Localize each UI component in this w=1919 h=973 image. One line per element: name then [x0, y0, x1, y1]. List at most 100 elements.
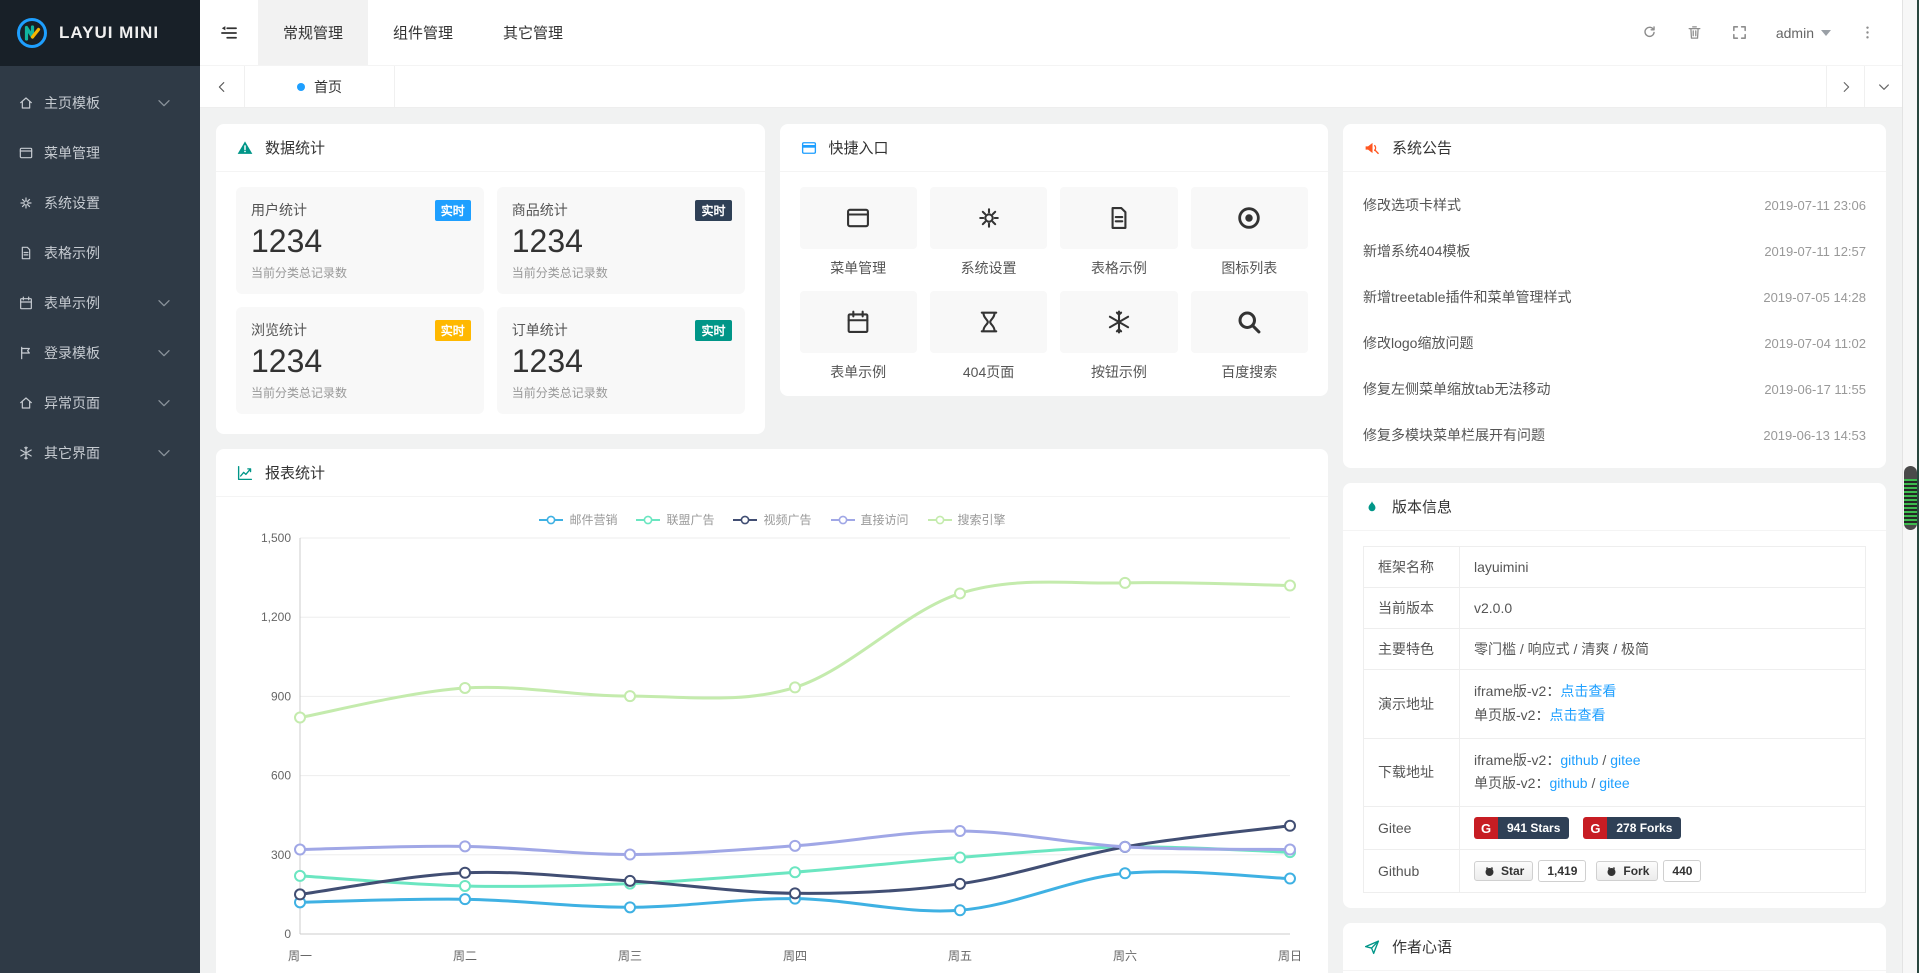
quick-entry-7[interactable]: 按钮示例 — [1060, 291, 1177, 382]
fullscreen-button[interactable] — [1731, 24, 1748, 42]
quick-entry-label: 菜单管理 — [800, 258, 917, 278]
app-shell: LAYUI MINI 主页模板菜单管理系统设置表格示例表单示例登录模板异常页面其… — [0, 0, 1902, 973]
legend-label: 联盟广告 — [666, 511, 714, 528]
quick-entry-1[interactable]: 菜单管理 — [800, 187, 917, 278]
legend-label: 视频广告 — [763, 511, 811, 528]
sidebar-item-6[interactable]: 登录模板 — [0, 328, 200, 378]
quick-entry-4[interactable]: 图标列表 — [1191, 187, 1308, 278]
sidebar: LAYUI MINI 主页模板菜单管理系统设置表格示例表单示例登录模板异常页面其… — [0, 0, 200, 973]
bankcard-icon — [800, 139, 818, 157]
svg-text:1,500: 1,500 — [261, 531, 291, 545]
plane-icon — [1363, 938, 1381, 956]
stat-realtime-badge: 实时 — [435, 320, 471, 341]
sidebar-item-2[interactable]: 菜单管理 — [0, 128, 200, 178]
notice-date: 2019-07-11 12:57 — [1764, 244, 1866, 259]
stat-box-3: 浏览统计实时1234当前分类总记录数 — [236, 307, 484, 414]
version-row-6: GiteeG941 StarsG278 Forks — [1364, 807, 1866, 850]
scrollbar-thumb[interactable] — [1904, 466, 1917, 530]
topnav-item-2[interactable]: 组件管理 — [368, 0, 478, 65]
quick-entry-label: 按钮示例 — [1060, 362, 1177, 382]
user-menu[interactable]: admin — [1776, 25, 1831, 41]
notice-title: 修复多模块菜单栏展开有问题 — [1363, 425, 1545, 445]
topbar: 常规管理组件管理其它管理 admin — [200, 0, 1902, 66]
stat-subtitle: 当前分类总记录数 — [512, 384, 730, 401]
sidebar-item-3[interactable]: 系统设置 — [0, 178, 200, 228]
quick-entry-3[interactable]: 表格示例 — [1060, 187, 1177, 278]
gear-icon — [975, 204, 1003, 232]
chart-card-title: 报表统计 — [265, 462, 325, 483]
app-logo[interactable]: LAYUI MINI — [0, 0, 200, 66]
version-label: 演示地址 — [1364, 670, 1460, 739]
github-fork-count[interactable]: 440 — [1663, 860, 1701, 882]
collapse-sidebar-button[interactable] — [200, 0, 258, 65]
link-点击查看[interactable]: 点击查看 — [1560, 683, 1616, 699]
github-star-button[interactable]: Star — [1474, 861, 1533, 881]
sidebar-item-7[interactable]: 异常页面 — [0, 378, 200, 428]
quick-entry-6[interactable]: 404页面 — [930, 291, 1047, 382]
report-line-chart: 03006009001,2001,500周一周二周三周四周五周六周日 — [236, 528, 1308, 973]
sidebar-item-4[interactable]: 表格示例 — [0, 228, 200, 278]
link-github[interactable]: github — [1549, 775, 1587, 791]
quick-entry-5[interactable]: 表单示例 — [800, 291, 917, 382]
sidebar-item-1[interactable]: 主页模板 — [0, 78, 200, 128]
notice-date: 2019-06-17 11:55 — [1764, 382, 1866, 397]
calendar-icon — [18, 295, 34, 311]
refresh-icon — [1641, 24, 1658, 41]
notice-card-title: 系统公告 — [1392, 137, 1452, 158]
link-gitee[interactable]: gitee — [1599, 775, 1629, 791]
version-value: v2.0.0 — [1474, 600, 1512, 616]
sidebar-item-label: 表单示例 — [44, 293, 100, 313]
svg-text:周三: 周三 — [618, 949, 642, 963]
octocat-icon — [1483, 865, 1496, 878]
quick-entry-8[interactable]: 百度搜索 — [1191, 291, 1308, 382]
legend-item-4[interactable]: 直接访问 — [830, 511, 909, 528]
notice-row-4: 修改logo缩放问题2019-07-04 11:02 — [1363, 320, 1866, 366]
stat-subtitle: 当前分类总记录数 — [251, 264, 469, 281]
legend-item-1[interactable]: 邮件营销 — [538, 511, 617, 528]
gitee-badge[interactable]: G941 Stars — [1474, 817, 1569, 839]
legend-item-2[interactable]: 联盟广告 — [635, 511, 714, 528]
svg-text:周四: 周四 — [783, 949, 807, 963]
legend-item-3[interactable]: 视频广告 — [732, 511, 811, 528]
topnav-item-3[interactable]: 其它管理 — [478, 0, 588, 65]
quick-entry-label: 表格示例 — [1060, 258, 1177, 278]
stat-realtime-badge: 实时 — [695, 200, 731, 221]
sidebar-item-8[interactable]: 其它界面 — [0, 428, 200, 478]
version-row-7: GithubStar1,419Fork440 — [1364, 850, 1866, 893]
notice-title: 修复左侧菜单缩放tab无法移动 — [1363, 379, 1550, 399]
sidebar-item-label: 菜单管理 — [44, 143, 100, 163]
tabs-scroll-left-button[interactable] — [200, 66, 245, 107]
calendar-icon — [844, 308, 872, 336]
gear-icon — [18, 195, 34, 211]
tabs-menu-button[interactable] — [1864, 66, 1902, 107]
version-label: 下载地址 — [1364, 738, 1460, 807]
gitee-badge[interactable]: G278 Forks — [1583, 817, 1681, 839]
version-card: 版本信息 框架名称layuimini当前版本v2.0.0主要特色零门槛 / 响应… — [1343, 483, 1886, 908]
tab-home[interactable]: 首页 — [245, 66, 395, 107]
quick-entry-2[interactable]: 系统设置 — [930, 187, 1047, 278]
more-menu-button[interactable] — [1859, 24, 1876, 42]
quick-entry-label: 百度搜索 — [1191, 362, 1308, 382]
page-scrollbar[interactable] — [1902, 0, 1919, 973]
link-点击查看[interactable]: 点击查看 — [1549, 707, 1605, 723]
chevdown-icon — [1877, 80, 1891, 94]
notice-title: 修改logo缩放问题 — [1363, 333, 1473, 353]
file-icon — [18, 245, 34, 261]
notice-row-6: 修复多模块菜单栏展开有问题2019-06-13 14:53 — [1363, 412, 1866, 458]
topnav-item-1[interactable]: 常规管理 — [258, 0, 368, 65]
quick-entry-label: 404页面 — [930, 362, 1047, 382]
chevron-down-icon — [156, 445, 172, 461]
legend-marker-icon — [830, 515, 856, 525]
link-gitee[interactable]: gitee — [1610, 752, 1640, 768]
legend-item-5[interactable]: 搜索引擎 — [927, 511, 1006, 528]
fire-icon — [1363, 498, 1381, 516]
sidebar-item-5[interactable]: 表单示例 — [0, 278, 200, 328]
tabs-scroll-right-button[interactable] — [1826, 66, 1864, 107]
clear-cache-button[interactable] — [1686, 24, 1703, 42]
svg-text:600: 600 — [271, 769, 291, 783]
refresh-button[interactable] — [1641, 24, 1658, 42]
github-fork-button[interactable]: Fork — [1596, 861, 1658, 881]
github-star-count[interactable]: 1,419 — [1538, 860, 1586, 882]
sidebar-item-label: 其它界面 — [44, 443, 100, 463]
link-github[interactable]: github — [1560, 752, 1598, 768]
